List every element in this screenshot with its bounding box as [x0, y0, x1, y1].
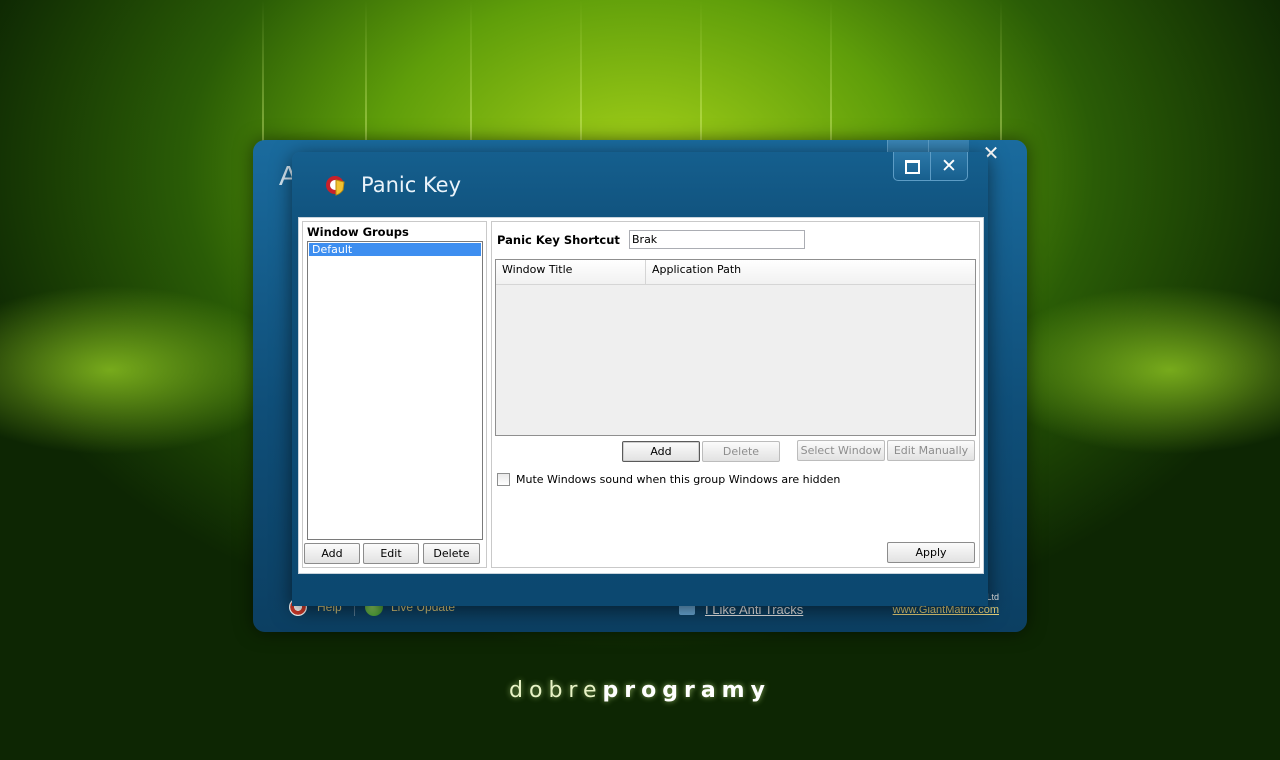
company-suffix: Ltd: [986, 592, 999, 602]
panic-key-shortcut-label: Panic Key Shortcut: [497, 233, 620, 247]
maximize-button[interactable]: [893, 152, 931, 181]
dialog-title: Panic Key: [361, 173, 462, 197]
column-header-window-title[interactable]: Window Title: [496, 260, 646, 284]
dobreprogramy-watermark: dobreprogramy: [0, 678, 1280, 703]
brand-part-2: programy: [602, 678, 771, 703]
maximize-icon: [904, 160, 920, 174]
close-button[interactable]: ✕: [931, 152, 968, 181]
window-groups-heading: Window Groups: [307, 225, 409, 239]
panic-key-shortcut-input[interactable]: Brak: [629, 230, 805, 249]
delete-window-button[interactable]: Delete: [702, 441, 780, 462]
apply-button[interactable]: Apply: [887, 542, 975, 563]
window-groups-list[interactable]: Default: [307, 241, 483, 540]
mute-sound-option[interactable]: Mute Windows sound when this group Windo…: [497, 473, 840, 486]
dialog-window-controls: ✕: [893, 152, 968, 181]
edit-group-button[interactable]: Edit: [363, 543, 419, 564]
window-groups-panel: Window Groups Default Add Edit Delete: [302, 221, 487, 568]
dialog-client-area: Window Groups Default Add Edit Delete Pa…: [298, 217, 984, 574]
add-window-button[interactable]: Add: [622, 441, 700, 462]
column-header-application-path[interactable]: Application Path: [646, 260, 975, 284]
mute-sound-label[interactable]: Mute Windows sound when this group Windo…: [516, 473, 840, 486]
edit-manually-button[interactable]: Edit Manually: [887, 440, 975, 461]
select-window-button[interactable]: Select Window: [797, 440, 885, 461]
add-group-button[interactable]: Add: [304, 543, 360, 564]
table-header: Window Title Application Path: [496, 260, 975, 285]
panic-shield-icon: [326, 176, 345, 196]
panic-key-dialog: Panic Key ✕ Window Groups Default Add Ed…: [292, 152, 988, 606]
delete-group-button[interactable]: Delete: [423, 543, 480, 564]
group-settings-panel: Panic Key Shortcut Brak Window Title App…: [491, 221, 980, 568]
brand-part-1: dobre: [509, 678, 603, 703]
list-item[interactable]: Default: [309, 243, 481, 256]
windows-table[interactable]: Window Title Application Path: [495, 259, 976, 436]
mute-sound-checkbox[interactable]: [497, 473, 510, 486]
